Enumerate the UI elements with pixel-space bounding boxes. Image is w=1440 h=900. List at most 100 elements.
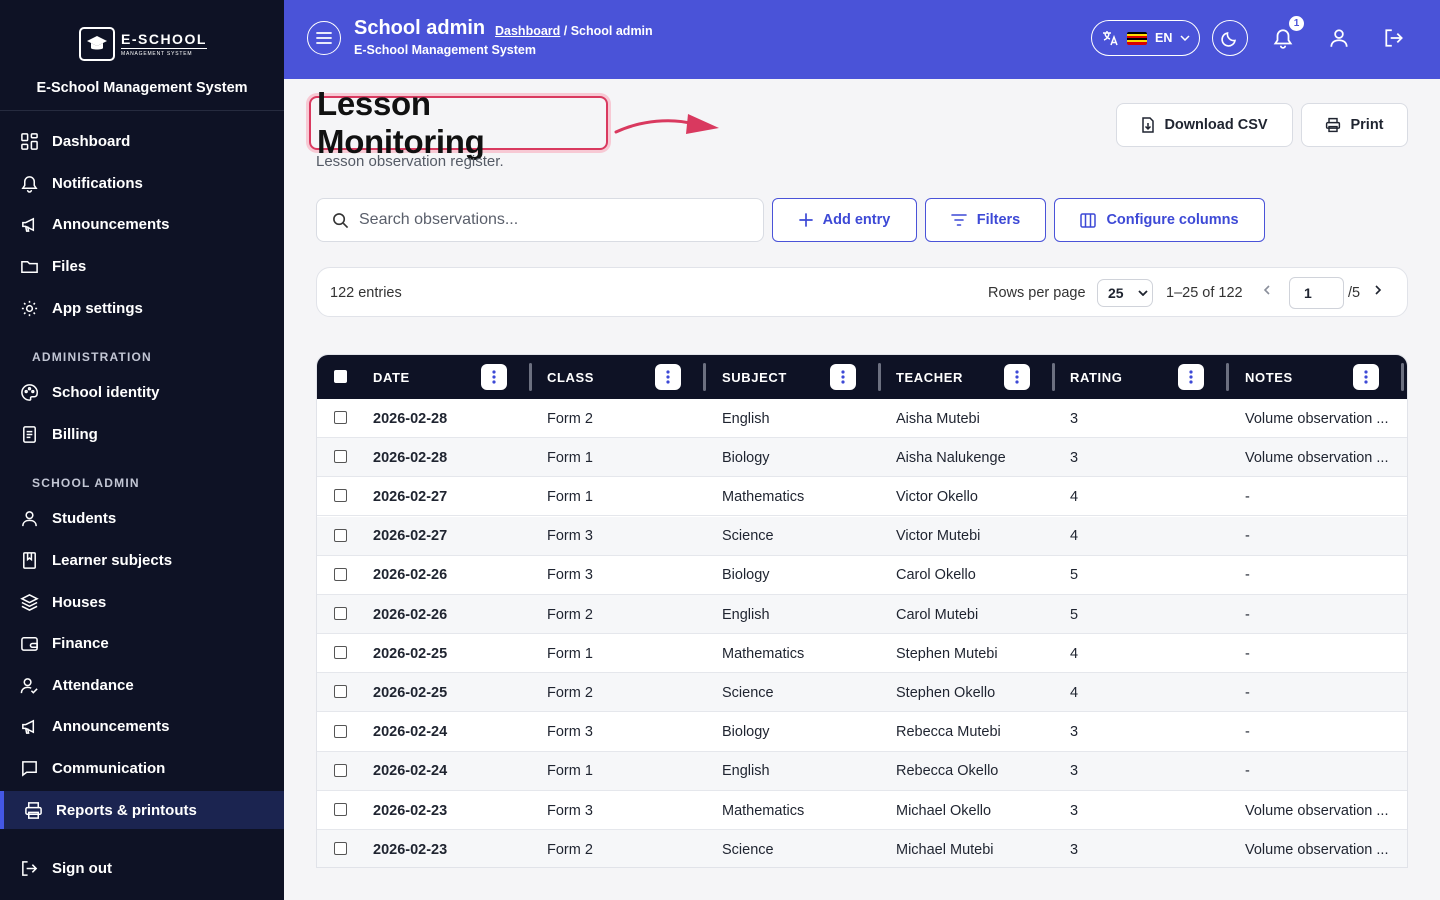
row-checkbox[interactable] [334,528,347,542]
row-checkbox[interactable] [334,685,347,699]
column-menu-button[interactable] [830,364,856,390]
column-resize-handle[interactable] [703,363,706,391]
table-row[interactable]: 2026-02-23 Form 2 Science Michael Mutebi 3 Vo… [317,830,1407,867]
filters-button[interactable]: Filters [925,198,1046,242]
column-menu-button[interactable] [1004,364,1030,390]
configure-columns-button[interactable]: Configure columns [1054,198,1265,242]
sidebar-item-announcements[interactable]: Announcements [0,205,284,243]
table-row[interactable]: 2026-02-28 Form 2 English Aisha Mutebi 3 Volu… [317,399,1407,438]
row-checkbox[interactable] [334,607,347,620]
row-checkbox[interactable] [334,724,347,738]
cell-subject: Mathematics [722,802,805,819]
row-checkbox[interactable] [334,450,347,464]
cell-date: 2026-02-28 [373,410,448,427]
print-button[interactable]: Print [1301,103,1408,147]
search-box[interactable] [316,198,764,242]
kebab-menu-icon [1189,370,1193,384]
page-number-value: 1 [1304,285,1312,301]
cell-date: 2026-02-23 [373,841,448,858]
select-all-checkbox[interactable] [334,370,347,383]
sidebar-item-houses[interactable]: Houses [0,583,284,621]
table-row[interactable]: 2026-02-28 Form 1 Biology Aisha Nalukenge 3 V… [317,438,1407,478]
sidebar-item-sign-out[interactable]: Sign out [0,849,284,887]
cell-rating: 4 [1070,645,1079,662]
logout-button[interactable] [1380,24,1408,52]
cell-class: Form 1 [547,449,593,466]
sidebar-item-students[interactable]: Students [0,499,284,537]
row-checkbox[interactable] [334,646,347,660]
page-number-input[interactable]: 1 [1289,277,1344,309]
prev-page-button[interactable] [1263,283,1271,299]
column-menu-button[interactable] [1178,364,1204,390]
row-checkbox[interactable] [334,842,347,856]
table-row[interactable]: 2026-02-25 Form 1 Mathematics Stephen Muteb… [317,634,1407,674]
column-header-subject[interactable]: SUBJECT [722,355,787,399]
column-menu-button[interactable] [655,364,681,390]
sign-out-icon [22,860,38,876]
cell-subject: Mathematics [722,488,805,505]
chevron-right-icon [1375,285,1382,295]
column-resize-handle[interactable] [1401,363,1404,391]
table-row[interactable]: 2026-02-24 Form 3 Biology Rebecca Mutebi 3 - [317,713,1407,752]
sidebar-item-reports-printouts[interactable]: Reports & printouts [0,791,284,829]
sidebar-item-dashboard[interactable]: Dashboard [0,122,284,160]
megaphone-icon [22,719,35,734]
invoice-icon [23,425,36,443]
sidebar-item-label: Houses [52,593,107,611]
page-title-highlight: Lesson Monitoring [309,85,608,160]
cell-subject: Science [722,684,774,701]
column-header-notes[interactable]: NOTES [1245,355,1293,399]
column-header-teacher[interactable]: TEACHER [896,355,963,399]
cell-date: 2026-02-27 [373,488,448,505]
sidebar-item-announcements-school[interactable]: Announcements [0,707,284,745]
sidebar-item-finance[interactable]: Finance [0,624,284,662]
sidebar-item-files[interactable]: Files [0,247,284,285]
table-row[interactable]: 2026-02-27 Form 1 Mathematics Victor Okello… [317,477,1407,517]
download-csv-button[interactable]: Download CSV [1116,103,1293,147]
table-row[interactable]: 2026-02-26 Form 2 English Carol Mutebi 5 - [317,595,1407,634]
column-menu-button[interactable] [481,364,507,390]
next-page-button[interactable] [1374,283,1382,299]
cell-subject: Mathematics [722,645,805,662]
column-header-date[interactable]: DATE [373,355,410,399]
table-row[interactable]: 2026-02-26 Form 3 Biology Carol Okello 5 - [317,556,1407,595]
add-entry-button[interactable]: Add entry [772,198,917,242]
row-checkbox[interactable] [334,411,347,424]
table-row[interactable]: 2026-02-27 Form 3 Science Victor Mutebi 4 - [317,516,1407,556]
sidebar-item-learner-subjects[interactable]: Learner subjects [0,541,284,579]
user-icon [22,510,37,526]
sidebar-item-attendance[interactable]: Attendance [0,666,284,704]
rows-per-page-select[interactable]: 25 [1097,279,1153,307]
sidebar-item-school-identity[interactable]: School identity [0,373,284,411]
table-row[interactable]: 2026-02-25 Form 2 Science Stephen Okello 4 - [317,673,1407,713]
column-header-class[interactable]: CLASS [547,355,594,399]
column-resize-handle[interactable] [1052,363,1055,391]
cell-rating: 4 [1070,528,1079,545]
column-resize-handle[interactable] [529,363,532,391]
sidebar-item-label: School identity [52,383,160,401]
sidebar-item-label: Files [52,257,87,275]
column-header-rating[interactable]: RATING [1070,355,1122,399]
table-row[interactable]: 2026-02-24 Form 1 English Rebecca Okello 3 - [317,751,1407,791]
theme-toggle-button[interactable] [1212,20,1248,56]
cell-rating: 3 [1070,841,1079,858]
profile-button[interactable] [1325,24,1353,52]
row-checkbox[interactable] [334,803,347,816]
column-resize-handle[interactable] [878,363,881,391]
row-checkbox[interactable] [334,567,347,581]
sidebar-item-app-settings[interactable]: App settings [0,289,284,327]
row-checkbox[interactable] [334,763,347,777]
language-selector[interactable]: EN [1091,20,1200,56]
sidebar-item-notifications[interactable]: Notifications [0,164,284,202]
table-row[interactable]: 2026-02-23 Form 3 Mathematics Michael Okell… [317,791,1407,830]
sidebar-item-billing[interactable]: Billing [0,415,284,453]
column-menu-button[interactable] [1353,364,1379,390]
breadcrumb-dashboard-link[interactable]: Dashboard [495,24,560,38]
breadcrumb-current: School admin [570,24,653,38]
sidebar-item-communication[interactable]: Communication [0,749,284,787]
search-input[interactable] [359,211,739,229]
row-checkbox[interactable] [334,489,347,503]
column-resize-handle[interactable] [1226,363,1229,391]
sidebar-item-label: Attendance [52,676,134,694]
menu-toggle-button[interactable] [307,21,341,55]
